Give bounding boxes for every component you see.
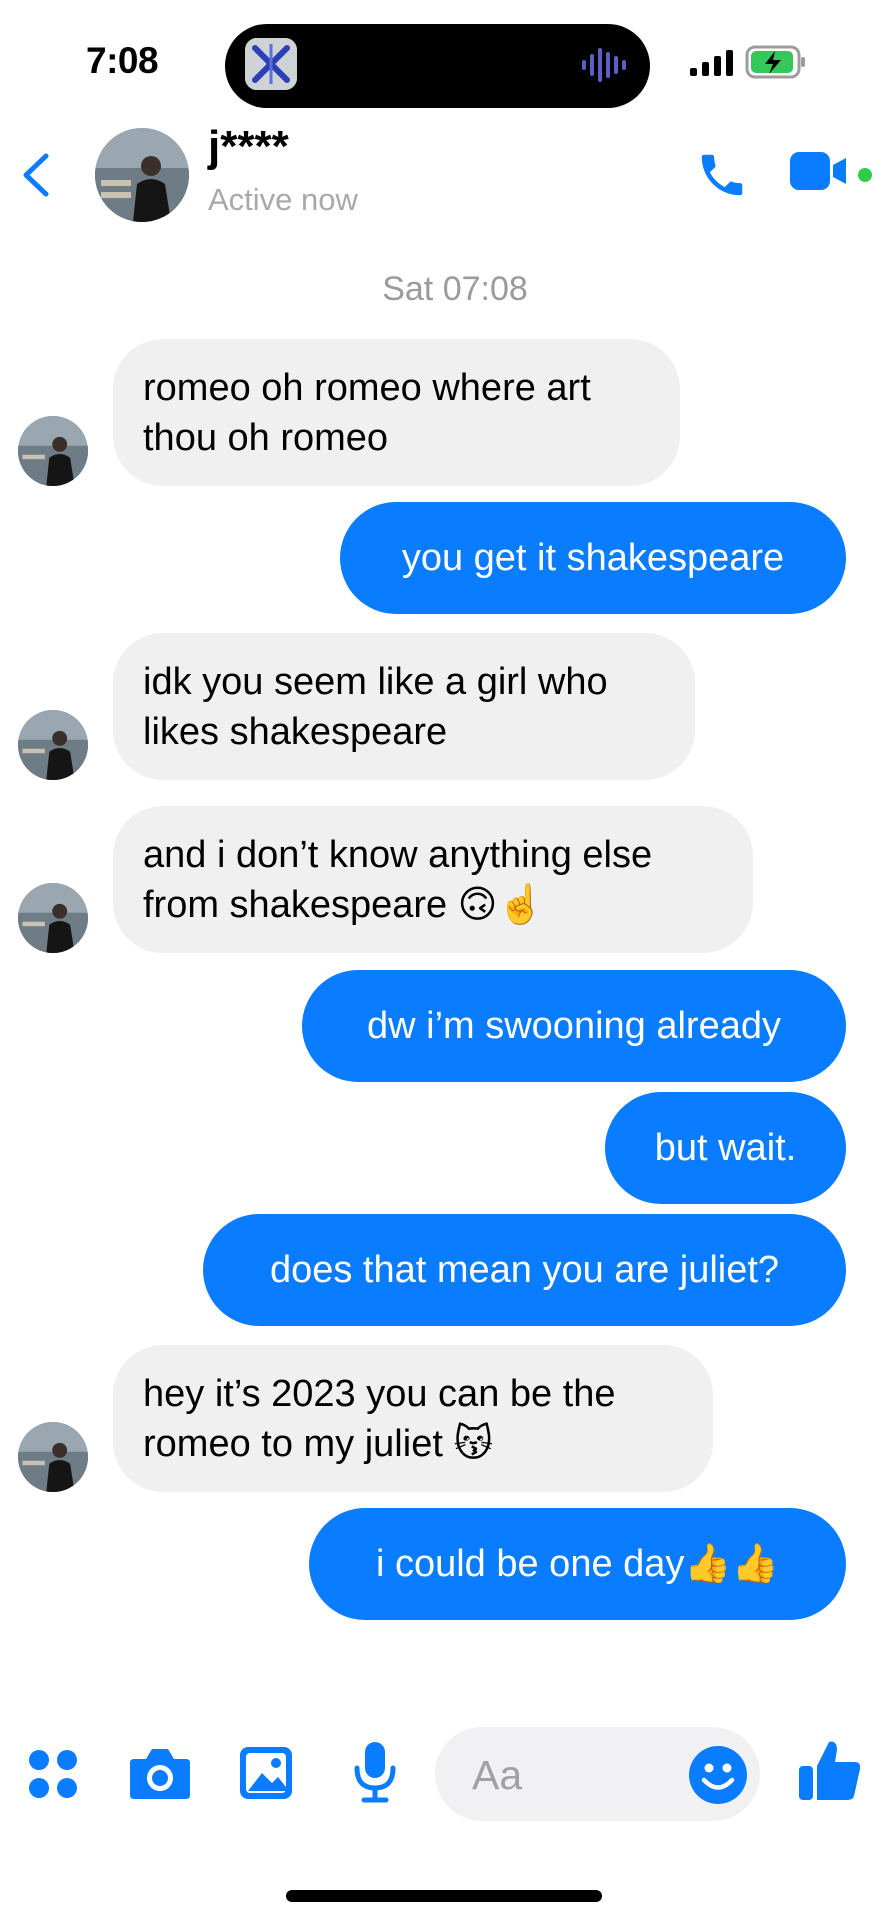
message-incoming[interactable]: idk you seem like a girl who likes shake… xyxy=(113,633,695,780)
app-activity-icon xyxy=(245,38,297,90)
message-text: but wait. xyxy=(654,1127,797,1169)
message-incoming[interactable]: and i don’t know anything else from shak… xyxy=(113,806,753,953)
message-outgoing[interactable]: but wait. xyxy=(605,1092,846,1204)
message-text: hey it’s 2023 you can be the romeo to my… xyxy=(143,1372,616,1465)
contact-avatar[interactable] xyxy=(95,128,189,222)
message-text: i could be one day👍👍 xyxy=(375,1543,780,1585)
message-outgoing[interactable]: dw i’m swooning already xyxy=(302,970,846,1082)
status-time: 7:08 xyxy=(86,40,159,81)
message-text: romeo oh romeo where art thou oh romeo xyxy=(143,366,591,459)
message-incoming[interactable]: romeo oh romeo where art thou oh romeo xyxy=(113,339,680,486)
signal-icon xyxy=(690,50,734,81)
contact-status: Active now xyxy=(208,182,358,217)
sender-avatar[interactable] xyxy=(18,883,88,953)
message-outgoing[interactable]: i could be one day👍👍 xyxy=(309,1508,846,1620)
apps-icon[interactable] xyxy=(27,1748,79,1805)
date-separator: Sat 07:08 xyxy=(382,270,528,308)
message-outgoing[interactable]: does that mean you are juliet? xyxy=(203,1214,846,1326)
audio-wave-icon xyxy=(580,48,630,87)
thumbs-up-icon[interactable] xyxy=(797,1738,863,1809)
microphone-icon[interactable] xyxy=(352,1740,398,1809)
camera-icon[interactable] xyxy=(128,1745,192,1806)
contact-name[interactable]: j**** xyxy=(208,122,289,172)
message-incoming[interactable]: hey it’s 2023 you can be the romeo to my… xyxy=(113,1345,713,1492)
message-input-placeholder: Aa xyxy=(472,1752,523,1798)
message-text: you get it shakespeare xyxy=(401,537,785,579)
message-text: idk you seem like a girl who likes shake… xyxy=(143,660,608,753)
home-indicator xyxy=(286,1890,602,1902)
message-outgoing[interactable]: you get it shakespeare xyxy=(340,502,846,614)
sender-avatar[interactable] xyxy=(18,1422,88,1492)
battery-charging-icon xyxy=(745,45,807,84)
back-button[interactable] xyxy=(18,150,54,205)
active-indicator xyxy=(858,168,872,182)
sender-avatar[interactable] xyxy=(18,710,88,780)
voice-call-button[interactable] xyxy=(695,148,749,207)
emoji-icon[interactable] xyxy=(688,1745,748,1810)
sender-avatar[interactable] xyxy=(18,416,88,486)
message-text: and i don’t know anything else from shak… xyxy=(143,833,653,926)
gallery-icon[interactable] xyxy=(238,1745,294,1806)
video-call-button[interactable] xyxy=(790,150,850,197)
message-text: dw i’m swooning already xyxy=(367,1005,781,1047)
message-text: does that mean you are juliet? xyxy=(269,1249,780,1291)
